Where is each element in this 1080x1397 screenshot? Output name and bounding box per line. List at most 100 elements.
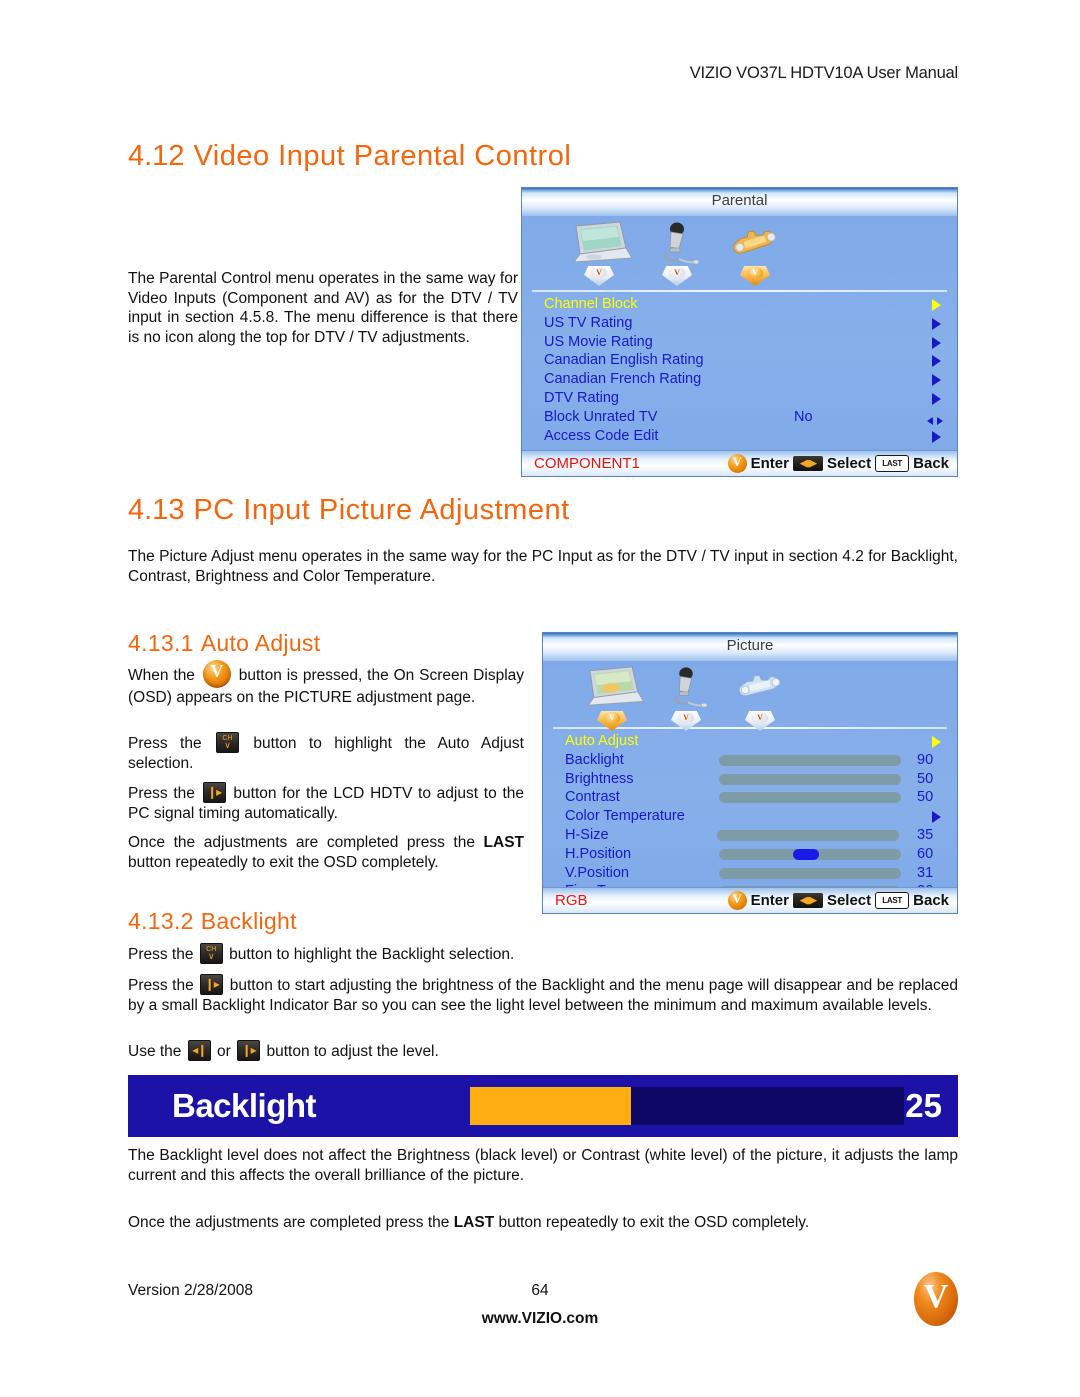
vizio-button-icon: [727, 891, 747, 910]
v-position-slider[interactable]: [719, 867, 901, 879]
osd-row-label: V.Position: [565, 864, 629, 881]
osd-parental-list: Channel Block US TV Rating US Movie Rati…: [522, 292, 957, 447]
h-size-slider[interactable]: [717, 829, 899, 841]
heading-4-13: 4.13 PC Input Picture Adjustment: [128, 494, 570, 527]
chevron-right-icon: [932, 392, 941, 405]
chevron-right-icon: [932, 317, 941, 330]
osd-parental-footer: COMPONENT1 Enter ◀▮▶ Select LAST Back: [522, 450, 957, 476]
osd-tab-setup-badge: V: [745, 711, 775, 731]
text-fragment: Once the adjustments are completed press…: [128, 834, 475, 851]
slider-knob[interactable]: [793, 848, 819, 860]
text-fragment: Press the: [128, 735, 202, 752]
osd-hint-back: Back: [913, 455, 949, 472]
osd-row-canadian-french-rating[interactable]: Canadian French Rating: [522, 370, 957, 389]
left-arrow-key-icon: ◂❙: [187, 1040, 211, 1061]
osd-row-contrast[interactable]: Contrast 50: [543, 788, 957, 807]
backlight-indicator-value: 25: [905, 1087, 942, 1124]
text-fragment: Once the adjustments are completed press…: [128, 1214, 450, 1231]
osd-row-channel-block[interactable]: Channel Block: [522, 295, 957, 314]
heading-4-13-1: 4.13.1 Auto Adjust: [128, 630, 320, 657]
osd-row-access-code-edit[interactable]: Access Code Edit: [522, 427, 957, 446]
paragraph-4-13-2-b: Press the ❙▸ button to start adjusting t…: [128, 974, 958, 1015]
osd-row-v-position[interactable]: V.Position 31: [543, 864, 957, 883]
monitor-icon: [560, 220, 638, 266]
text-fragment: button repeatedly to exit the OSD comple…: [498, 1214, 810, 1231]
paragraph-4-13-2-e: Once the adjustments are completed press…: [128, 1213, 958, 1233]
osd-hint-back: Back: [913, 892, 949, 909]
osd-row-brightness[interactable]: Brightness 50: [543, 770, 957, 789]
osd-tab-setup[interactable]: V: [721, 665, 799, 731]
osd-row-us-tv-rating[interactable]: US TV Rating: [522, 314, 957, 333]
osd-row-label: Block Unrated TV: [544, 408, 658, 425]
osd-row-value: 31: [917, 864, 934, 881]
text-fragment: button to adjust the level.: [266, 1043, 439, 1060]
osd-picture-tabstrip: V V V: [543, 661, 957, 731]
osd-picture-hints: Enter ◀▮▶ Select LAST Back: [727, 891, 949, 910]
dpad-icon: ◀▮▶: [792, 456, 823, 471]
heading-4-12: 4.12 Video Input Parental Control: [128, 140, 571, 173]
osd-tab-audio[interactable]: V: [638, 220, 716, 286]
osd-tab-picture[interactable]: V: [573, 665, 651, 731]
osd-picture-titlebar: Picture: [543, 633, 957, 661]
osd-tab-setup[interactable]: V: [716, 220, 794, 286]
heading-4-13-title: PC Input Picture Adjustment: [193, 494, 570, 526]
osd-row-label: Backlight: [565, 751, 624, 768]
text-fragment: Use the: [128, 1043, 182, 1060]
osd-row-label: DTV Rating: [544, 389, 619, 406]
osd-picture-title: Picture: [726, 637, 774, 654]
osd-tab-picture-badge: V: [584, 266, 614, 286]
osd-tab-picture[interactable]: V: [560, 220, 638, 286]
right-arrow-key-icon: ❙▸: [200, 974, 224, 995]
osd-hint-select: Select: [826, 455, 872, 472]
osd-tab-audio-badge: V: [671, 711, 701, 731]
osd-row-color-temperature[interactable]: Color Temperature: [543, 807, 957, 826]
wrench-icon: [721, 665, 799, 711]
osd-row-us-movie-rating[interactable]: US Movie Rating: [522, 333, 957, 352]
osd-hint-enter: Enter: [750, 455, 789, 472]
osd-parental-tabstrip: V V V: [522, 216, 957, 290]
osd-tab-setup-badge: V: [740, 266, 770, 286]
backlight-slider[interactable]: [719, 754, 901, 766]
osd-row-h-position[interactable]: H.Position 60: [543, 845, 957, 864]
osd-row-value: 50: [917, 770, 934, 787]
osd-picture-menu: Picture V V V Auto Adjust Backlight 90 B…: [542, 632, 958, 914]
heading-4-13-number: 4.13: [128, 494, 185, 526]
osd-row-h-size[interactable]: H-Size 35: [543, 826, 957, 845]
osd-row-auto-adjust[interactable]: Auto Adjust: [543, 732, 957, 751]
heading-4-13-2: 4.13.2 Backlight: [128, 908, 297, 935]
osd-parental-title: Parental: [711, 192, 768, 209]
osd-row-canadian-english-rating[interactable]: Canadian English Rating: [522, 351, 957, 370]
osd-tab-audio[interactable]: V: [647, 665, 725, 731]
h-position-slider[interactable]: [719, 848, 901, 860]
vizio-button-icon: [202, 660, 231, 688]
backlight-indicator-label: Backlight: [172, 1087, 317, 1124]
paragraph-4-12: The Parental Control menu operates in th…: [128, 270, 518, 346]
backlight-indicator-bar: Backlight 25: [128, 1075, 958, 1137]
osd-row-backlight[interactable]: Backlight 90: [543, 751, 957, 770]
text-fragment: Press the: [128, 785, 195, 802]
paragraph-4-13-2-c: Use the ◂❙ or ❙▸ button to adjust the le…: [128, 1040, 958, 1062]
osd-picture-source-label: RGB: [555, 892, 588, 909]
backlight-indicator-track[interactable]: [470, 1087, 904, 1125]
text-fragment: When the: [128, 667, 195, 684]
chevron-right-icon: [932, 736, 941, 748]
osd-row-label: Contrast: [565, 789, 620, 806]
wrench-icon: [716, 220, 794, 266]
channel-down-key-icon: CH ∨: [215, 732, 239, 753]
heading-4-12-number: 4.12: [128, 140, 185, 172]
contrast-slider[interactable]: [719, 792, 901, 804]
paragraph-4-13-2-d: The Backlight level does not affect the …: [128, 1147, 958, 1184]
heading-4-12-title: Video Input Parental Control: [193, 140, 572, 172]
osd-row-block-unrated-tv[interactable]: Block Unrated TV No: [522, 408, 957, 427]
osd-row-label: Canadian English Rating: [544, 352, 704, 369]
osd-row-value: No: [794, 408, 813, 425]
left-right-arrows-icon: [927, 413, 943, 425]
text-fragment: button to highlight the Backlight select…: [229, 946, 515, 963]
brightness-slider[interactable]: [719, 773, 901, 785]
osd-row-label: US Movie Rating: [544, 333, 653, 350]
osd-row-dtv-rating[interactable]: DTV Rating: [522, 389, 957, 408]
paragraph-4-13-2-a: Press the CH ∨ button to highlight the Ba…: [128, 943, 958, 965]
paragraph-4-13-1-b: Press the CH ∨ button to highlight the Au…: [128, 732, 524, 773]
heading-4-13-2-title: Backlight: [200, 908, 297, 934]
monitor-icon: [573, 665, 651, 711]
